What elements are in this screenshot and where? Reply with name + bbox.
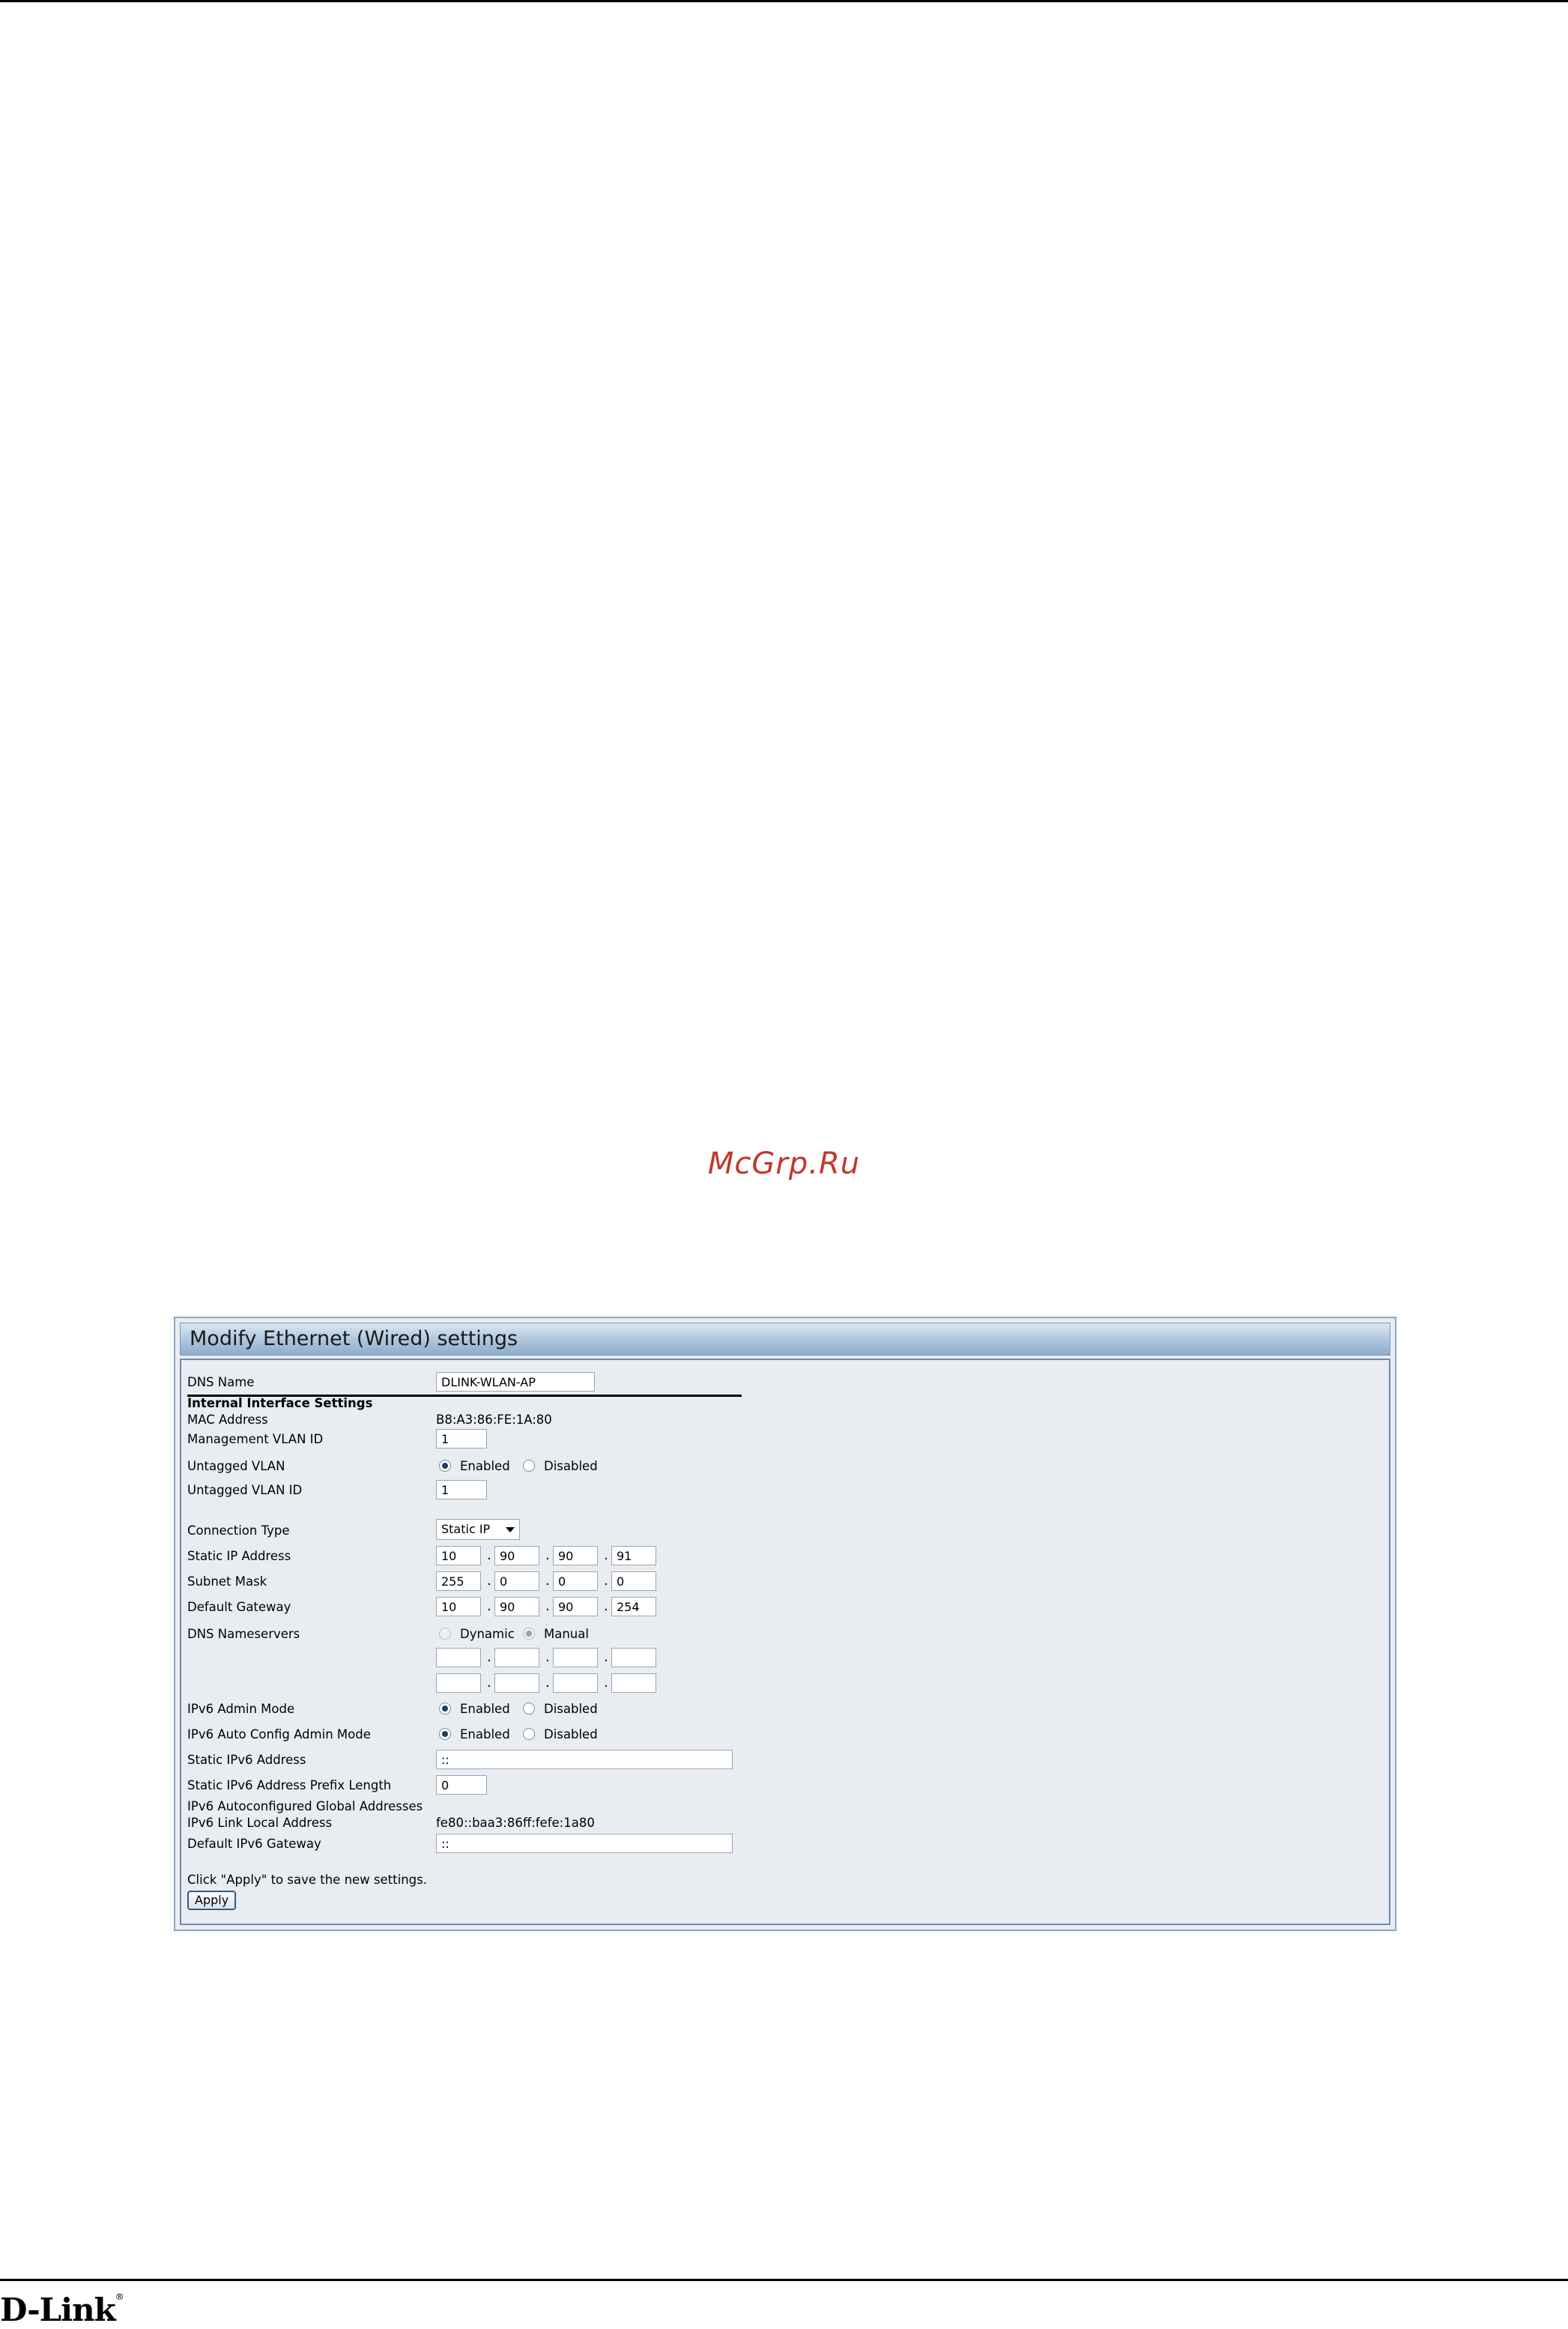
ipv6-admin-disabled-label: Disabled bbox=[544, 1702, 598, 1716]
management-vlan-id-input[interactable] bbox=[436, 1429, 487, 1449]
dns-server-1-octet-3[interactable] bbox=[553, 1648, 598, 1667]
untagged-vlan-disabled-radio[interactable] bbox=[523, 1460, 535, 1472]
ipv6-admin-disabled-radio[interactable] bbox=[523, 1703, 535, 1715]
dns-name-label: DNS Name bbox=[187, 1375, 255, 1389]
subnet-mask-octet-4[interactable] bbox=[611, 1571, 656, 1591]
dns-manual-label: Manual bbox=[544, 1627, 589, 1641]
untagged-vlan-enabled-radio[interactable] bbox=[439, 1460, 451, 1472]
default-ipv6-gateway-label: Default IPv6 Gateway bbox=[187, 1837, 321, 1851]
default-gateway-octet-4[interactable] bbox=[611, 1597, 656, 1616]
ipv6-autoconf-global-label: IPv6 Autoconfigured Global Addresses bbox=[187, 1799, 423, 1813]
dns-server-1-octet-1[interactable] bbox=[436, 1648, 481, 1667]
management-vlan-id-label: Management VLAN ID bbox=[187, 1432, 324, 1446]
octet-separator: . bbox=[545, 1649, 550, 1665]
subnet-mask-octet-2[interactable] bbox=[494, 1571, 539, 1591]
ipv6-auto-disabled-radio[interactable] bbox=[523, 1728, 535, 1740]
octet-separator: . bbox=[545, 1547, 550, 1563]
ipv6-link-local-label: IPv6 Link Local Address bbox=[187, 1816, 333, 1830]
apply-hint: Click "Apply" to save the new settings. bbox=[187, 1873, 427, 1887]
octet-separator: . bbox=[487, 1573, 491, 1589]
dns-nameservers-label: DNS Nameservers bbox=[187, 1627, 300, 1641]
untagged-vlan-label: Untagged VLAN bbox=[187, 1459, 285, 1473]
connection-type-value: Static IP bbox=[441, 1522, 491, 1536]
octet-separator: . bbox=[487, 1649, 491, 1665]
dns-dynamic-radio[interactable] bbox=[439, 1628, 451, 1640]
mac-address-value: B8:A3:86:FE:1A:80 bbox=[436, 1413, 552, 1427]
static-ipv6-prefix-input[interactable] bbox=[436, 1775, 487, 1795]
static-ipv6-prefix-label: Static IPv6 Address Prefix Length bbox=[187, 1778, 392, 1792]
default-ipv6-gateway-input[interactable] bbox=[436, 1834, 733, 1853]
default-gateway-label: Default Gateway bbox=[187, 1600, 291, 1614]
d-link-logo: D-Link® bbox=[0, 2292, 124, 2328]
static-ipv6-address-input[interactable] bbox=[436, 1750, 733, 1769]
static-ip-octet-2[interactable] bbox=[494, 1546, 539, 1565]
static-ip-label: Static IP Address bbox=[187, 1549, 291, 1563]
mac-address-label: MAC Address bbox=[187, 1413, 268, 1427]
octet-separator: . bbox=[487, 1598, 491, 1614]
panel-title: Modify Ethernet (Wired) settings bbox=[180, 1323, 1390, 1356]
untagged-vlan-disabled-label: Disabled bbox=[544, 1459, 598, 1473]
octet-separator: . bbox=[604, 1649, 608, 1665]
octet-separator: . bbox=[487, 1675, 491, 1691]
static-ip-octet-3[interactable] bbox=[553, 1546, 598, 1565]
octet-separator: . bbox=[604, 1598, 608, 1614]
octet-separator: . bbox=[545, 1573, 550, 1589]
dns-server-1-octet-4[interactable] bbox=[611, 1648, 656, 1667]
dns-manual-radio[interactable] bbox=[523, 1628, 535, 1640]
dns-server-2-octet-3[interactable] bbox=[553, 1673, 598, 1693]
subnet-mask-octet-3[interactable] bbox=[553, 1571, 598, 1591]
ipv6-admin-enabled-radio[interactable] bbox=[439, 1703, 451, 1715]
connection-type-select[interactable]: Static IP bbox=[436, 1519, 520, 1540]
static-ip-octet-1[interactable] bbox=[436, 1546, 481, 1565]
section-title: Internal Interface Settings bbox=[187, 1396, 373, 1410]
dns-server-2-octet-2[interactable] bbox=[494, 1673, 539, 1693]
apply-button[interactable]: Apply bbox=[187, 1891, 237, 1910]
octet-separator: . bbox=[545, 1598, 550, 1614]
top-rule bbox=[0, 0, 1568, 2]
static-ip-octet-4[interactable] bbox=[611, 1546, 656, 1565]
untagged-vlan-id-label: Untagged VLAN ID bbox=[187, 1483, 303, 1497]
dns-server-2-octet-1[interactable] bbox=[436, 1673, 481, 1693]
footer-rule bbox=[0, 2279, 1568, 2281]
dns-name-input[interactable] bbox=[436, 1372, 595, 1392]
watermark: McGrp.Ru bbox=[707, 1147, 861, 1181]
dns-server-1-octet-2[interactable] bbox=[494, 1648, 539, 1667]
ipv6-admin-mode-label: IPv6 Admin Mode bbox=[187, 1702, 295, 1716]
octet-separator: . bbox=[604, 1547, 608, 1563]
ipv6-auto-disabled-label: Disabled bbox=[544, 1727, 598, 1742]
brand-text: D-Link bbox=[0, 2292, 116, 2328]
modify-ethernet-panel: Modify Ethernet (Wired) settings DNS Nam… bbox=[174, 1317, 1396, 1931]
connection-type-label: Connection Type bbox=[187, 1523, 290, 1538]
ipv6-auto-enabled-radio[interactable] bbox=[439, 1728, 451, 1740]
default-gateway-octet-2[interactable] bbox=[494, 1597, 539, 1616]
section-divider bbox=[187, 1395, 742, 1397]
panel-body: DNS Name Internal Interface Settings MAC… bbox=[180, 1359, 1390, 1925]
untagged-vlan-id-input[interactable] bbox=[436, 1480, 487, 1499]
octet-separator: . bbox=[604, 1675, 608, 1691]
untagged-vlan-enabled-label: Enabled bbox=[460, 1459, 510, 1473]
octet-separator: . bbox=[487, 1547, 491, 1563]
subnet-mask-octet-1[interactable] bbox=[436, 1571, 481, 1591]
registered-mark: ® bbox=[115, 2292, 124, 2302]
chevron-down-icon bbox=[506, 1527, 515, 1532]
dns-server-2-octet-4[interactable] bbox=[611, 1673, 656, 1693]
ipv6-auto-config-label: IPv6 Auto Config Admin Mode bbox=[187, 1727, 371, 1742]
dns-dynamic-label: Dynamic bbox=[460, 1627, 515, 1641]
octet-separator: . bbox=[545, 1675, 550, 1691]
ipv6-auto-enabled-label: Enabled bbox=[460, 1727, 510, 1742]
ipv6-admin-enabled-label: Enabled bbox=[460, 1702, 510, 1716]
default-gateway-octet-3[interactable] bbox=[553, 1597, 598, 1616]
subnet-mask-label: Subnet Mask bbox=[187, 1574, 267, 1589]
octet-separator: . bbox=[604, 1573, 608, 1589]
static-ipv6-address-label: Static IPv6 Address bbox=[187, 1753, 306, 1767]
ipv6-link-local-value: fe80::baa3:86ff:fefe:1a80 bbox=[436, 1816, 595, 1830]
default-gateway-octet-1[interactable] bbox=[436, 1597, 481, 1616]
